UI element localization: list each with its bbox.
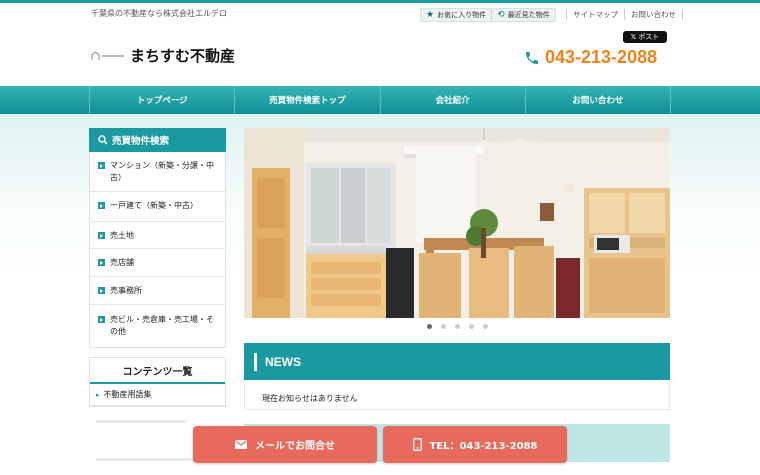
top-accent-line [0,0,760,3]
slider-dot[interactable] [482,324,488,329]
tel-contact-button[interactable]: TEL：043-213-2088 [383,426,567,463]
news-title: NEWS [265,354,301,369]
sidebar-list: マンション（新築・分譲・中古） 一戸建て（新築・中古） 売土地 売店舗 売事務所… [89,152,226,348]
news-header: NEWS [244,343,670,380]
kitchen-photo [244,128,670,318]
news-title-bar [254,352,257,371]
tel-button-label: TEL：043-213-2088 [429,441,538,452]
site-logo[interactable]: まちすむ不動産 [91,45,235,66]
sidebar-item-label: 売土地 [110,231,134,240]
slider-dot[interactable] [440,324,446,329]
nav-item-top[interactable]: トップページ [90,86,236,114]
logo-mark-icon [91,50,124,61]
sidebar-item-label: マンション（新築・分譲・中古） [110,161,214,182]
nav-item-search[interactable]: 売買物件検索トップ [235,86,381,114]
contact-link[interactable]: お問い合わせ [624,9,683,20]
sidebar-search: 売買物件検索 マンション（新築・分譲・中古） 一戸建て（新築・中古） 売土地 売… [89,128,226,348]
favorites-label: お気に入り物件 [437,11,487,19]
sidebar-item-office[interactable]: 売事務所 [90,277,225,305]
site-tagline: 千葉県の不動産なら株式会社エルデロ [91,9,227,18]
sidebar-item-land[interactable]: 売土地 [90,222,225,249]
sidebar-item-label: 売事務所 [110,286,142,295]
faded-content [96,420,186,423]
mail-contact-button[interactable]: メールでお問合せ [193,426,377,463]
faded-content [96,458,196,461]
sidebar-item-label: 一戸建て（新築・中古） [110,201,198,210]
arrow-icon: ▸ [96,390,100,399]
sidebar-item-label: 売店舗 [110,258,134,267]
slider-dot[interactable] [468,324,474,329]
favorites-link[interactable]: ★ お気に入り物件 [421,10,491,20]
contents-item-glossary[interactable]: ▸ 不動産用語集 [90,384,225,406]
slider-dot[interactable] [426,324,432,329]
arrow-bullet-icon [98,162,105,169]
star-icon: ★ [426,10,435,20]
slider-dots [244,324,670,329]
top-links: サイトマップ お問い合わせ [566,9,683,20]
sidebar-item-label: 売ビル・売倉庫・売工場・その他 [110,315,214,336]
contents-box: コンテンツ一覧 ▸ 不動産用語集 [89,357,226,407]
contents-title: コンテンツ一覧 [90,358,225,384]
sitemap-link[interactable]: サイトマップ [566,9,624,20]
search-icon [98,135,108,145]
global-nav: トップページ 売買物件検索トップ 会社紹介 お問い合わせ [0,86,760,114]
header-phone[interactable]: 043-213-2088 [524,47,657,68]
news-body: 現在お知らせはありません [244,380,670,410]
sidebar-item-store[interactable]: 売店舗 [90,249,225,277]
logo-name: まちすむ不動産 [130,47,236,65]
sidebar-item-mansion[interactable]: マンション（新築・分譲・中古） [90,152,225,192]
nav-items: トップページ 売買物件検索トップ 会社紹介 お問い合わせ [89,86,671,114]
recent-label: 最近見た物件 [507,11,550,19]
nav-item-company[interactable]: 会社紹介 [381,86,526,114]
x-icon: 𝕏 [630,33,637,41]
arrow-bullet-icon [98,202,105,209]
recent-link[interactable]: ⟲ 最近見た物件 [492,10,555,20]
sidebar-title: 売買物件検索 [112,136,170,147]
arrow-bullet-icon [98,316,105,323]
x-post-label: ポスト [638,33,660,41]
nav-item-contact[interactable]: お問い合わせ [526,86,671,114]
phone-icon [526,51,538,64]
sidebar-item-house[interactable]: 一戸建て（新築・中古） [90,192,225,222]
mail-icon [235,440,247,449]
slider-dot[interactable] [454,324,460,329]
smartphone-icon [412,438,422,451]
phone-number: 043-213-2088 [545,47,658,67]
arrow-bullet-icon [98,259,105,266]
x-post-button[interactable]: 𝕏 ポスト [623,31,667,43]
arrow-bullet-icon [98,287,105,294]
favorites-bar: ★ お気に入り物件 ⟲ 最近見た物件 [420,8,556,22]
arrow-bullet-icon [98,232,105,239]
mail-button-label: メールでお問合せ [255,441,335,452]
contents-item-label: 不動産用語集 [103,390,152,399]
history-icon: ⟲ [497,10,505,20]
sidebar-header: 売買物件検索 [89,128,226,152]
hero-slider-image [244,128,670,318]
sidebar-item-building[interactable]: 売ビル・売倉庫・売工場・その他 [90,305,225,347]
